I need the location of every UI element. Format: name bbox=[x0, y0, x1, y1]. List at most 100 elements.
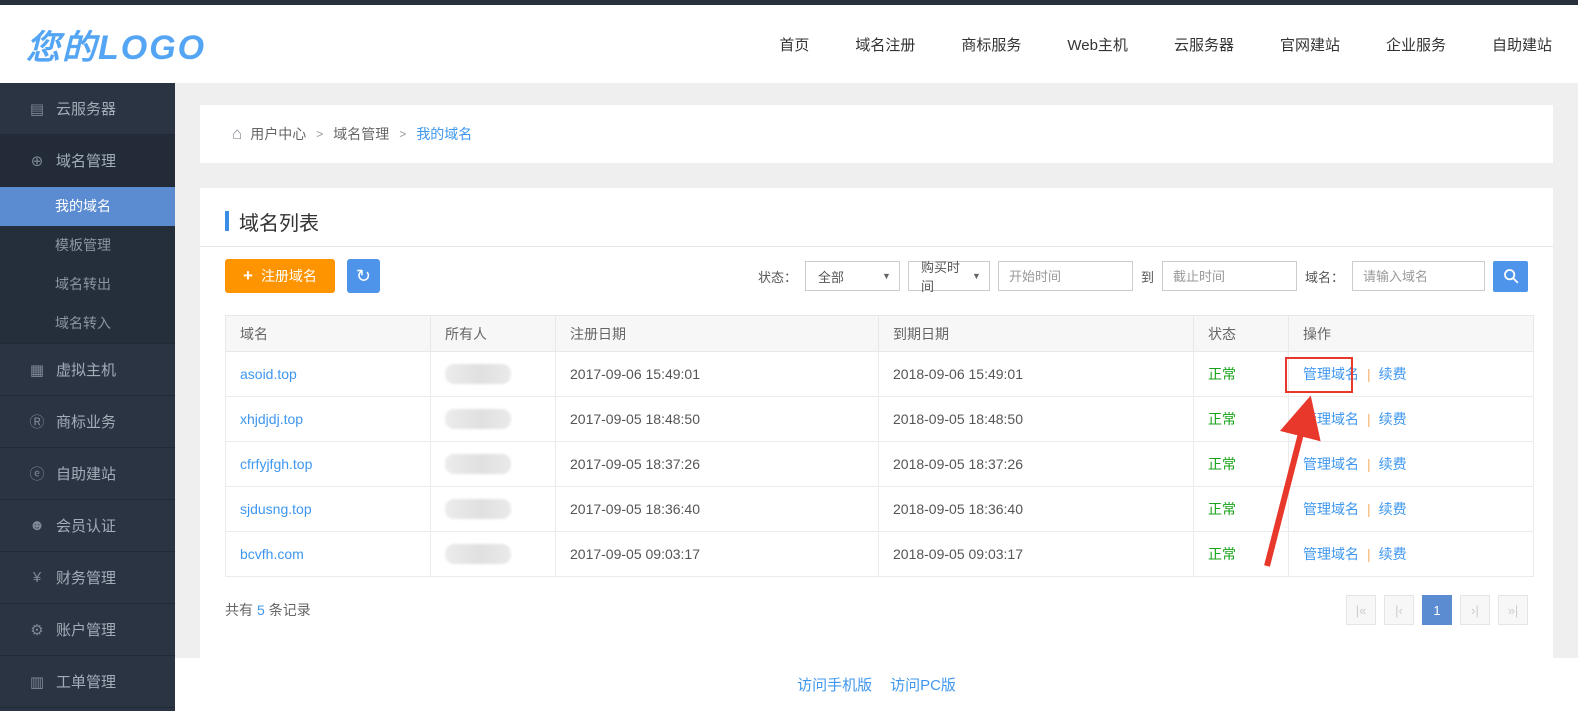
pc-version-link[interactable]: 访问PC版 bbox=[890, 674, 956, 695]
expire-date-cell: 2018-09-05 18:36:40 bbox=[879, 487, 1194, 532]
col-header-domain: 域名 bbox=[226, 316, 431, 352]
renew-link[interactable]: 续费 bbox=[1379, 366, 1407, 382]
domain-submenu: 我的域名 模板管理 域名转出 域名转入 bbox=[0, 187, 175, 344]
manage-domain-link[interactable]: 管理域名 bbox=[1303, 366, 1359, 382]
status-badge: 正常 bbox=[1208, 501, 1236, 517]
chevron-down-icon: ▼ bbox=[882, 271, 891, 281]
renew-link[interactable]: 续费 bbox=[1379, 411, 1407, 427]
status-badge: 正常 bbox=[1208, 546, 1236, 562]
table-row: sjdusng.top 2017-09-05 18:36:40 2018-09-… bbox=[226, 487, 1534, 532]
col-header-owner: 所有人 bbox=[431, 316, 556, 352]
action-separator: | bbox=[1367, 411, 1371, 427]
breadcrumb-domain-management[interactable]: 域名管理 bbox=[333, 124, 389, 144]
domain-link[interactable]: asoid.top bbox=[240, 366, 297, 382]
table-header-row: 域名 所有人 注册日期 到期日期 状态 操作 bbox=[226, 316, 1534, 352]
breadcrumb-user-center[interactable]: 用户中心 bbox=[250, 124, 306, 144]
renew-link[interactable]: 续费 bbox=[1379, 501, 1407, 517]
expire-date-cell: 2018-09-05 18:48:50 bbox=[879, 397, 1194, 442]
pagination-page-1[interactable]: 1 bbox=[1422, 595, 1452, 625]
domain-filter-label: 域名： bbox=[1305, 267, 1344, 286]
renew-link[interactable]: 续费 bbox=[1379, 456, 1407, 472]
register-domain-button[interactable]: + 注册域名 bbox=[225, 259, 335, 293]
host-icon: ▦ bbox=[28, 361, 46, 379]
submenu-item-my-domains[interactable]: 我的域名 bbox=[0, 187, 175, 226]
sidebar-item-trademark[interactable]: Ⓡ 商标业务 bbox=[0, 396, 175, 448]
breadcrumb: ⌂ 用户中心 > 域名管理 > 我的域名 bbox=[200, 105, 1553, 163]
sidebar-item-finance[interactable]: ¥ 财务管理 bbox=[0, 552, 175, 604]
sidebar-item-virtual-host[interactable]: ▦ 虚拟主机 bbox=[0, 344, 175, 396]
action-separator: | bbox=[1367, 366, 1371, 382]
home-icon: ⌂ bbox=[232, 124, 242, 144]
register-date-cell: 2017-09-05 18:37:26 bbox=[556, 442, 879, 487]
register-date-cell: 2017-09-05 18:36:40 bbox=[556, 487, 879, 532]
register-date-cell: 2017-09-05 18:48:50 bbox=[556, 397, 879, 442]
domain-link[interactable]: xhjdjdj.top bbox=[240, 411, 303, 427]
sidebar-item-self-site[interactable]: ⓔ 自助建站 bbox=[0, 448, 175, 500]
renew-link[interactable]: 续费 bbox=[1379, 546, 1407, 562]
manage-domain-link[interactable]: 管理域名 bbox=[1303, 411, 1359, 427]
pagination-last-button[interactable]: »| bbox=[1498, 595, 1528, 625]
nav-item-domain-register[interactable]: 域名注册 bbox=[855, 34, 915, 55]
pagination-first-button[interactable]: |« bbox=[1346, 595, 1376, 625]
search-icon bbox=[1502, 267, 1520, 285]
submenu-item-domain-transfer-in[interactable]: 域名转入 bbox=[0, 304, 175, 343]
status-filter-label: 状态： bbox=[758, 267, 797, 286]
nav-item-trademark-service[interactable]: 商标服务 bbox=[961, 34, 1021, 55]
action-separator: | bbox=[1367, 501, 1371, 517]
domain-search-input[interactable] bbox=[1352, 261, 1485, 291]
domain-link[interactable]: bcvfh.com bbox=[240, 546, 304, 562]
nav-item-self-site[interactable]: 自助建站 bbox=[1492, 34, 1552, 55]
manage-domain-link[interactable]: 管理域名 bbox=[1303, 501, 1359, 517]
col-header-register-date: 注册日期 bbox=[556, 316, 879, 352]
logo: 您的LOGO bbox=[26, 20, 206, 69]
sidebar-item-cloud-server[interactable]: ▤ 云服务器 bbox=[0, 83, 175, 135]
refresh-button[interactable]: ↻ bbox=[347, 259, 380, 293]
page-title: 域名列表 bbox=[225, 208, 1528, 234]
manage-domain-link[interactable]: 管理域名 bbox=[1303, 456, 1359, 472]
end-date-input[interactable] bbox=[1162, 261, 1297, 291]
nav-item-web-hosting[interactable]: Web主机 bbox=[1067, 34, 1128, 55]
person-icon: ☻ bbox=[28, 517, 46, 534]
nav-item-enterprise-service[interactable]: 企业服务 bbox=[1386, 34, 1446, 55]
page-footer: 访问手机版 访问PC版 bbox=[175, 658, 1578, 711]
search-button[interactable] bbox=[1493, 261, 1528, 292]
start-date-input[interactable] bbox=[998, 261, 1133, 291]
top-header: 您的LOGO 首页 域名注册 商标服务 Web主机 云服务器 官网建站 企业服务… bbox=[0, 5, 1578, 83]
sidebar-item-member-verification[interactable]: ☻ 会员认证 bbox=[0, 500, 175, 552]
globe-icon: ⊕ bbox=[28, 152, 46, 170]
domain-link[interactable]: sjdusng.top bbox=[240, 501, 312, 517]
domain-table: 域名 所有人 注册日期 到期日期 状态 操作 asoid.top 2017-09… bbox=[225, 315, 1534, 577]
registered-mark-icon: Ⓡ bbox=[28, 411, 46, 432]
ticket-icon: ▥ bbox=[28, 673, 46, 691]
nav-item-home[interactable]: 首页 bbox=[779, 34, 809, 55]
sidebar-item-domain-management[interactable]: ⊕ 域名管理 bbox=[0, 135, 175, 187]
yen-icon: ¥ bbox=[28, 569, 46, 586]
server-icon: ▤ bbox=[28, 100, 46, 118]
status-select[interactable]: 全部 ▼ bbox=[805, 261, 900, 291]
sidebar-item-work-order[interactable]: ▥ 工单管理 bbox=[0, 656, 175, 708]
title-divider bbox=[200, 246, 1553, 247]
submenu-item-domain-transfer-out[interactable]: 域名转出 bbox=[0, 265, 175, 304]
sidebar-item-account[interactable]: ⚙ 账户管理 bbox=[0, 604, 175, 656]
table-row: asoid.top 2017-09-06 15:49:01 2018-09-06… bbox=[226, 352, 1534, 397]
pagination-next-button[interactable]: ›| bbox=[1460, 595, 1490, 625]
sidebar-item-label: 财务管理 bbox=[56, 567, 116, 588]
col-header-expire-date: 到期日期 bbox=[879, 316, 1194, 352]
breadcrumb-my-domains[interactable]: 我的域名 bbox=[416, 124, 472, 144]
submenu-item-template-management[interactable]: 模板管理 bbox=[0, 226, 175, 265]
filter-bar: 状态： 全部 ▼ 购买时间 ▼ 到 域名： bbox=[758, 261, 1528, 292]
record-count-number: 5 bbox=[257, 602, 265, 618]
status-badge: 正常 bbox=[1208, 411, 1236, 427]
toolbar: + 注册域名 ↻ 状态： 全部 ▼ 购买时间 ▼ 到 bbox=[225, 259, 1528, 293]
pagination: |« |‹ 1 ›| »| bbox=[1346, 595, 1528, 625]
time-type-select[interactable]: 购买时间 ▼ bbox=[908, 261, 990, 291]
nav-item-website-building[interactable]: 官网建站 bbox=[1280, 34, 1340, 55]
owner-redacted bbox=[445, 364, 511, 384]
domain-list-panel: 域名列表 + 注册域名 ↻ 状态： 全部 ▼ 购买时间 bbox=[200, 188, 1553, 658]
mobile-version-link[interactable]: 访问手机版 bbox=[797, 674, 872, 695]
domain-link[interactable]: cfrfyjfgh.top bbox=[240, 456, 312, 472]
nav-item-cloud-server[interactable]: 云服务器 bbox=[1174, 34, 1234, 55]
manage-domain-link[interactable]: 管理域名 bbox=[1303, 546, 1359, 562]
sidebar-item-label: 自助建站 bbox=[56, 463, 116, 484]
pagination-prev-button[interactable]: |‹ bbox=[1384, 595, 1414, 625]
